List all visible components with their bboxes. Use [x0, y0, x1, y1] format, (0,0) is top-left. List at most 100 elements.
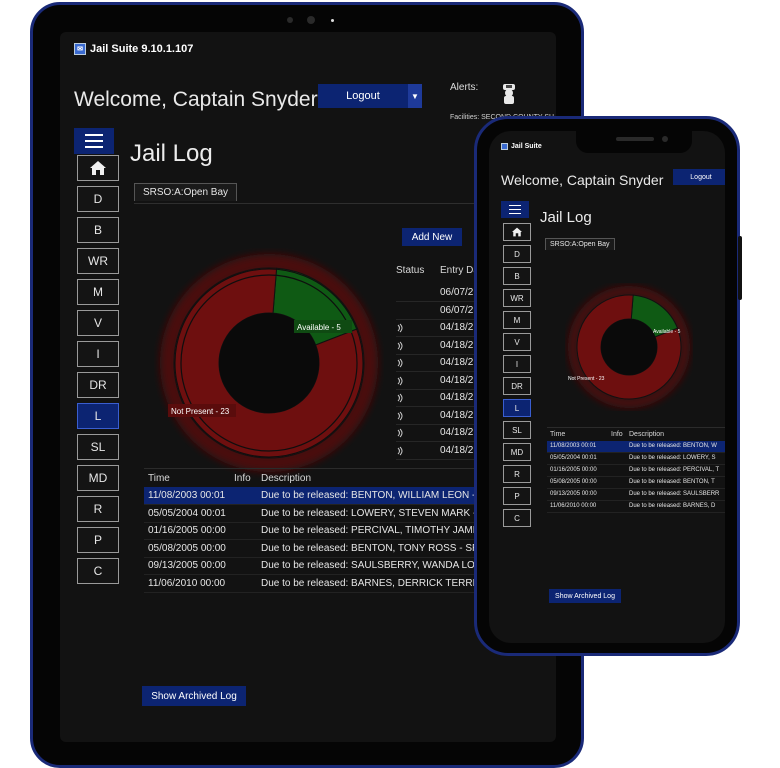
status-entry-date: 04/18/2: [440, 409, 474, 421]
signal-icon: [397, 411, 403, 420]
log-description: Due to be released: SAULSBERR: [629, 491, 720, 497]
log-time: 11/06/2010 00:00: [148, 578, 226, 589]
phone-sidebar-item-sl[interactable]: SL: [503, 421, 531, 439]
logout-button[interactable]: Logout: [318, 84, 408, 108]
menu-bar: [509, 209, 521, 210]
add-new-button[interactable]: Add New: [402, 228, 462, 246]
alert-officer-icon[interactable]: [500, 82, 518, 104]
camera-dot: [287, 17, 293, 23]
phone-app-title-bar: Jail Suite: [501, 143, 542, 150]
phone-sidebar-item-l[interactable]: L: [503, 399, 531, 417]
sidebar-item-c[interactable]: C: [77, 558, 119, 584]
app-logo-icon: ✉: [74, 43, 86, 55]
phone-not-present-label: Not Present - 23: [568, 376, 605, 382]
signal-icon: [397, 358, 403, 368]
log-description: Due to be released: BENTON, WILLIAM LEON…: [261, 490, 485, 501]
phone-log-row[interactable]: 11/08/2003 00:01 Due to be released: BENT…: [547, 441, 725, 453]
phone-side-button: [738, 236, 742, 300]
log-description-header: Description: [261, 473, 312, 484]
camera-indicator: [331, 19, 334, 22]
phone-log-row[interactable]: 11/06/2010 00:00 Due to be released: BARN…: [547, 501, 725, 513]
phone-sidebar-item-wr[interactable]: WR: [503, 289, 531, 307]
sidebar-item-dr[interactable]: DR: [77, 372, 119, 398]
phone-tab-open-bay[interactable]: SRSO:A:Open Bay: [545, 238, 615, 250]
app-logo-icon: [501, 143, 508, 150]
log-description: Due to be released: BENTON, T: [629, 479, 715, 485]
show-archived-log-button[interactable]: Show Archived Log: [142, 686, 246, 706]
log-time: 05/05/2004 00:01: [550, 455, 597, 461]
sidebar-item-wr[interactable]: WR: [77, 248, 119, 274]
phone-sidebar-item-r[interactable]: R: [503, 465, 531, 483]
menu-bar: [85, 140, 103, 142]
sidebar-item-md[interactable]: MD: [77, 465, 119, 491]
phone-sidebar-item-p[interactable]: P: [503, 487, 531, 505]
log-info-header: Info: [234, 473, 251, 484]
log-info-header: Info: [611, 431, 623, 438]
home-icon: [90, 161, 106, 175]
signal-icon: [397, 393, 403, 403]
log-time-header: Time: [550, 431, 566, 438]
log-description: Due to be released: PERCIVAL, T: [629, 467, 720, 473]
sidebar-item-sl[interactable]: SL: [77, 434, 119, 460]
status-entry-date: 04/18/2: [440, 374, 474, 386]
phone-sidebar-item-i[interactable]: I: [503, 355, 531, 373]
phone-show-archived-log-button[interactable]: Show Archived Log: [549, 589, 621, 603]
app-title-bar: ✉ Jail Suite 9.10.1.107: [74, 43, 193, 55]
signal-icon: [397, 323, 403, 333]
phone-sidebar-item-m[interactable]: M: [503, 311, 531, 329]
logout-dropdown-chevron-down-icon[interactable]: ▼: [408, 84, 422, 108]
log-time: 05/05/2004 00:01: [148, 507, 226, 519]
menu-bar: [509, 213, 521, 214]
phone-app-title: Jail Suite: [511, 143, 542, 150]
signal-icon: [397, 428, 403, 438]
log-time: 11/08/2003 00:01: [148, 490, 226, 501]
sidebar-item-p[interactable]: P: [77, 527, 119, 553]
tab-open-bay[interactable]: SRSO:A:Open Bay: [134, 183, 238, 201]
phone-notch: [576, 131, 692, 153]
phone-sidebar-item-v[interactable]: V: [503, 333, 531, 351]
log-description: Due to be released: BENTON, W: [629, 443, 717, 449]
sidebar-item-i[interactable]: I: [77, 341, 119, 367]
donut-hole: [601, 319, 657, 375]
phone-sidebar-item-d[interactable]: D: [503, 245, 531, 263]
phone-hamburger-menu-button[interactable]: [501, 201, 529, 218]
phone-log-row[interactable]: 05/05/2004 00:01 Due to be released: LOWE…: [547, 453, 725, 465]
log-description: Due to be released: BARNES, DERRICK TERR…: [261, 578, 497, 589]
sidebar-item-home[interactable]: [77, 155, 119, 181]
hamburger-menu-button[interactable]: [74, 128, 114, 154]
sidebar-item-d[interactable]: D: [77, 186, 119, 212]
sidebar-item-m[interactable]: M: [77, 279, 119, 305]
phone-log-row[interactable]: 05/08/2005 00:00 Due to be released: BENT…: [547, 477, 725, 489]
sidebar-item-l[interactable]: L: [77, 403, 119, 429]
phone-log-row[interactable]: 09/13/2005 00:00 Due to be released: SAUL…: [547, 489, 725, 501]
log-description: Due to be released: BENTON, TONY ROSS - …: [261, 542, 494, 554]
status-entry-date: 06/07/2: [440, 287, 474, 298]
tablet-camera-strip: [287, 15, 347, 25]
log-time: 11/08/2003 00:01: [550, 443, 597, 449]
status-entry-date: 04/18/2: [440, 444, 474, 456]
phone-welcome-text: Welcome, Captain Snyder: [501, 172, 664, 188]
log-time-header: Time: [148, 473, 170, 484]
phone-logout-button[interactable]: Logout: [673, 169, 725, 185]
phone-log-row[interactable]: 01/16/2005 00:00 Due to be released: PERC…: [547, 465, 725, 477]
phone-available-label: Available - 5: [653, 329, 681, 335]
speaker-grille: [616, 137, 654, 141]
menu-bar: [85, 146, 103, 148]
app-title: Jail Suite 9.10.1.107: [90, 43, 194, 55]
phone-screen: Jail Suite Welcome, Captain Snyder Logou…: [489, 131, 725, 643]
sidebar-item-v[interactable]: V: [77, 310, 119, 336]
occupancy-donut-chart: Available - 5 Not Present - 23: [160, 254, 378, 472]
log-description: Due to be released: LOWERY, STEVEN MARK …: [261, 507, 493, 519]
sidebar-item-b[interactable]: B: [77, 217, 119, 243]
phone-sidebar-item-home[interactable]: [503, 223, 531, 241]
phone-sidebar-item-c[interactable]: C: [503, 509, 531, 527]
status-entry-date: 04/18/2: [440, 322, 474, 333]
phone-sidebar-item-md[interactable]: MD: [503, 443, 531, 461]
signal-icon: [397, 341, 403, 350]
log-time: 05/08/2005 00:00: [148, 542, 226, 554]
status-entry-date: 06/07/2: [440, 304, 474, 316]
phone-sidebar-item-dr[interactable]: DR: [503, 377, 531, 395]
sidebar-item-r[interactable]: R: [77, 496, 119, 522]
phone-sidebar-item-b[interactable]: B: [503, 267, 531, 285]
not-present-label: Not Present - 23: [171, 407, 230, 416]
